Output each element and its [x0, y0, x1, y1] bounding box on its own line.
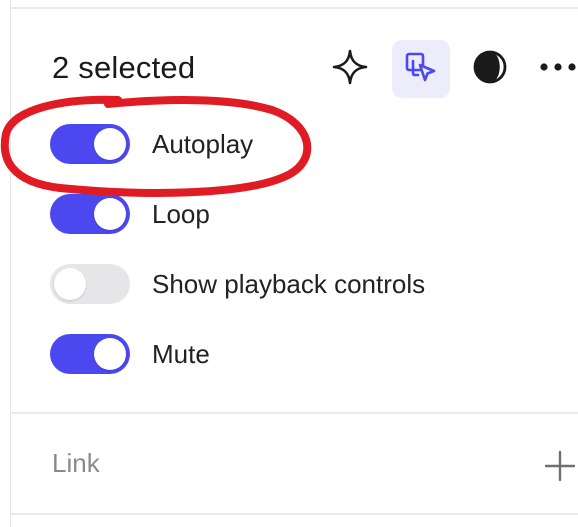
link-section-label: Link	[52, 448, 100, 478]
more-icon	[540, 63, 576, 71]
divider-bottom	[10, 513, 578, 515]
loop-toggle[interactable]	[50, 194, 130, 234]
playback-controls-label: Show playback controls	[152, 268, 426, 299]
setting-row-mute: Mute	[50, 332, 210, 376]
setting-row-autoplay: Autoplay	[50, 122, 253, 166]
sparkle-icon	[332, 49, 368, 85]
selection-count-title: 2 selected	[52, 50, 196, 85]
sparkle-button[interactable]	[328, 45, 372, 89]
loop-label: Loop	[152, 198, 210, 229]
more-options-button[interactable]	[534, 45, 578, 89]
select-frames-icon	[405, 52, 436, 82]
add-link-button[interactable]	[540, 446, 578, 486]
toggle-knob	[54, 268, 86, 300]
toggle-knob	[94, 338, 126, 370]
autoplay-label: Autoplay	[152, 128, 254, 159]
playback-controls-toggle[interactable]	[50, 264, 130, 304]
setting-row-playback-controls: Show playback controls	[50, 262, 425, 306]
contrast-button[interactable]	[468, 45, 512, 89]
plus-icon	[544, 450, 576, 482]
autoplay-toggle[interactable]	[50, 124, 130, 164]
select-frames-button[interactable]	[392, 40, 450, 98]
contrast-icon	[473, 50, 507, 84]
toggle-knob	[94, 198, 126, 230]
divider-middle	[10, 412, 578, 414]
mute-toggle[interactable]	[50, 334, 130, 374]
mute-label: Mute	[152, 338, 210, 369]
setting-row-loop: Loop	[50, 192, 210, 236]
divider-top	[10, 7, 578, 9]
toggle-knob	[94, 128, 126, 160]
